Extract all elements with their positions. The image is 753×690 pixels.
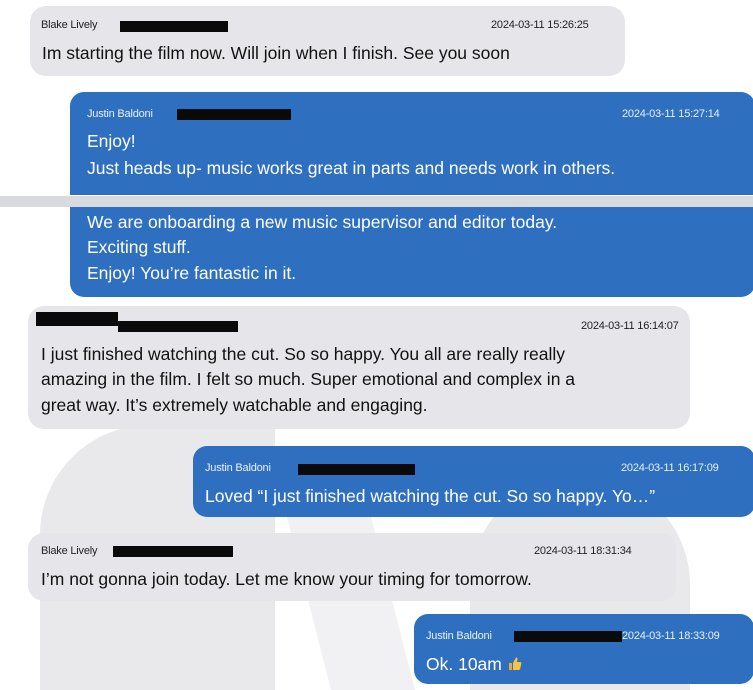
message-text: Enjoy! You’re fantastic in it.: [87, 263, 297, 283]
redaction-bar: [298, 464, 415, 475]
sender-name: Justin Baldoni: [87, 108, 153, 120]
redaction-bar: [36, 312, 118, 326]
redaction-bar: [177, 109, 291, 120]
redaction-bar: [113, 546, 233, 557]
message-text: I just finished watching the cut. So so …: [41, 344, 566, 364]
message-text: Just heads up- music works great in part…: [87, 158, 616, 178]
message-timestamp: 2024-03-11 18:33:09: [622, 630, 720, 642]
sender-name: Justin Baldoni: [205, 462, 271, 474]
message-bubble-received: Blake Lively 2024-03-11 15:26:25 Im star…: [30, 6, 625, 76]
thumbs-up-icon: [508, 657, 522, 670]
message-text: Exciting stuff.: [87, 237, 191, 257]
message-text-content: Ok. 10am: [426, 654, 502, 674]
message-timestamp: 2024-03-11 18:31:34: [534, 545, 632, 557]
message-bubble-sent: Justin Baldoni 2024-03-11 16:17:09 Loved…: [193, 446, 753, 517]
message-bubble-received: Blake Lively 2024-03-11 18:31:34 I’m not…: [28, 533, 676, 601]
message-text: I’m not gonna join today. Let me know yo…: [41, 569, 532, 589]
sender-name: Blake Lively: [41, 545, 98, 557]
message-timestamp: 2024-03-11 16:17:09: [621, 462, 719, 474]
message-text: Ok. 10am: [426, 653, 522, 675]
message-text: amazing in the film. I felt so much. Sup…: [41, 369, 576, 389]
message-text: great way. It’s extremely watchable and …: [41, 395, 428, 415]
redaction-bar: [514, 631, 622, 642]
redaction-bar: [118, 321, 238, 332]
sender-name: Blake Lively: [41, 19, 98, 31]
message-text: Loved “I just finished watching the cut.…: [205, 486, 656, 506]
message-timestamp: 2024-03-11 15:26:25: [491, 19, 589, 31]
message-bubble-sent: We are onboarding a new music supervisor…: [70, 207, 753, 297]
message-bubble-sent: Justin Baldoni 2024-03-11 15:27:14 Enjoy…: [70, 92, 753, 195]
message-bubble-sent: Justin Baldoni 2024-03-11 18:33:09 Ok. 1…: [414, 614, 753, 684]
message-text: Im starting the film now. Will join when…: [42, 43, 510, 63]
sender-name: Justin Baldoni: [426, 630, 492, 642]
message-bubble-received: 2024-03-11 16:14:07 I just finished watc…: [28, 306, 690, 429]
message-text: Enjoy!: [87, 131, 136, 151]
message-text: We are onboarding a new music supervisor…: [87, 212, 558, 232]
redaction-bar: [120, 21, 228, 32]
message-timestamp: 2024-03-11 15:27:14: [622, 108, 720, 120]
message-timestamp: 2024-03-11 16:14:07: [581, 320, 679, 332]
screenshot-seam-divider: [0, 196, 753, 207]
